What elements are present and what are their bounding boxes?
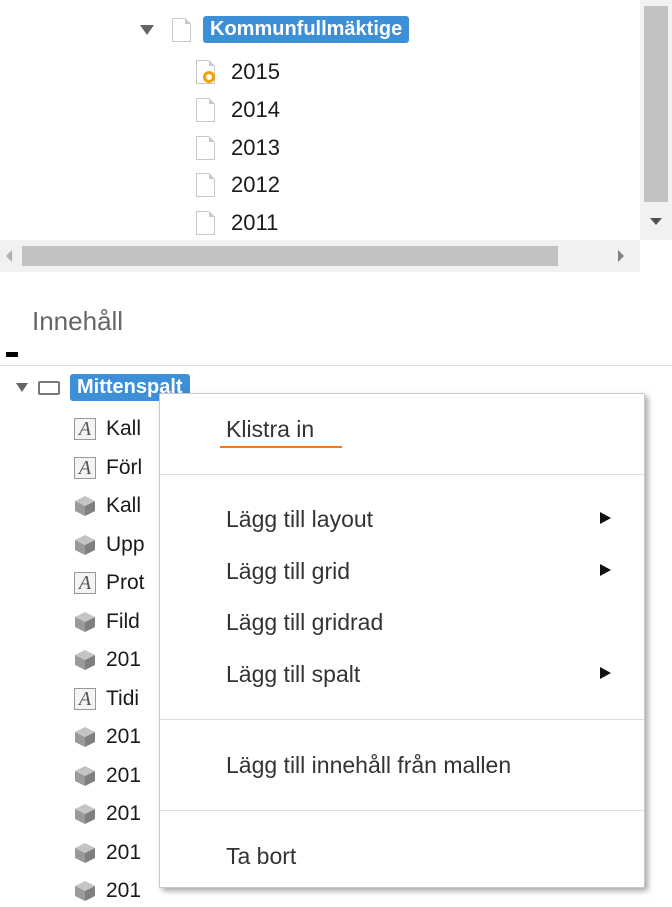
- doc-icon: [196, 211, 215, 235]
- tree-node-label[interactable]: Prot: [106, 571, 145, 595]
- resize-marker: [6, 352, 18, 357]
- expand-toggle-icon[interactable]: [16, 383, 28, 392]
- horizontal-scrollbar[interactable]: [0, 240, 640, 272]
- text-a-icon: A: [74, 418, 96, 440]
- tree-node-label[interactable]: 201: [106, 725, 141, 749]
- content-tree-item[interactable]: 201: [74, 841, 141, 865]
- tree-node-label[interactable]: 2011: [231, 210, 278, 236]
- tree-node-year[interactable]: 2012: [196, 172, 280, 198]
- scrollbar-thumb[interactable]: [644, 6, 668, 202]
- menu-item-add-from-template[interactable]: Lägg till innehåll från mallen: [226, 752, 511, 779]
- page-tree-panel: Kommunfullmäktige 2015 2014 2013 2012 20…: [0, 0, 640, 240]
- expand-toggle-icon[interactable]: [140, 24, 154, 35]
- text-a-icon: A: [74, 688, 96, 710]
- submenu-arrow-icon: [600, 512, 611, 524]
- content-tree-item[interactable]: A Förl: [74, 456, 142, 480]
- tree-node-label[interactable]: 201: [106, 802, 141, 826]
- content-tree-item[interactable]: 201: [74, 648, 141, 672]
- menu-item-delete[interactable]: Ta bort: [226, 843, 296, 870]
- submenu-arrow-icon: [600, 564, 611, 576]
- content-tree-item[interactable]: A Tidi: [74, 687, 139, 711]
- content-tree-item[interactable]: Kall: [74, 494, 141, 518]
- content-tree-item[interactable]: Fild: [74, 610, 140, 634]
- divider: [0, 365, 672, 366]
- text-a-icon: A: [74, 457, 96, 479]
- layout-box-icon: [38, 380, 60, 395]
- tree-node-label[interactable]: 2012: [231, 172, 280, 198]
- tree-node-label[interactable]: Upp: [106, 533, 145, 557]
- content-tree-item[interactable]: Upp: [74, 533, 145, 557]
- menu-separator: [160, 810, 644, 811]
- vertical-scrollbar[interactable]: [640, 0, 672, 240]
- cube-icon: [74, 726, 96, 748]
- text-a-icon: A: [74, 572, 96, 594]
- cube-icon: [74, 611, 96, 633]
- content-tree-item[interactable]: 201: [74, 802, 141, 826]
- tree-node-label[interactable]: Kall: [106, 494, 141, 518]
- cube-icon: [74, 842, 96, 864]
- content-tree-item[interactable]: A Kall: [74, 417, 141, 441]
- tree-node-year[interactable]: 2014: [196, 97, 280, 123]
- cube-icon: [74, 765, 96, 787]
- tree-node-label[interactable]: Kommunfullmäktige: [203, 16, 410, 43]
- tree-node-label[interactable]: 201: [106, 841, 141, 865]
- section-title: Innehåll: [32, 306, 124, 336]
- doc-icon: [196, 136, 215, 160]
- tree-node-label[interactable]: Förl: [106, 456, 142, 480]
- menu-separator: [160, 474, 644, 475]
- content-tree-item[interactable]: 201: [74, 764, 141, 788]
- cube-icon: [74, 803, 96, 825]
- tree-node-label[interactable]: Kall: [106, 417, 141, 441]
- cube-icon: [74, 880, 96, 902]
- tree-node-label[interactable]: 2014: [231, 97, 280, 123]
- scrollbar-corner: [640, 240, 672, 272]
- cube-icon: [74, 495, 96, 517]
- content-tree-item[interactable]: 201: [74, 879, 141, 903]
- tree-node-label[interactable]: 201: [106, 764, 141, 788]
- tree-node-label[interactable]: 201: [106, 648, 141, 672]
- content-tree-item[interactable]: A Prot: [74, 571, 145, 595]
- doc-icon: [196, 98, 215, 122]
- menu-item-add-column[interactable]: Lägg till spalt: [226, 661, 360, 688]
- content-tree-item[interactable]: 201: [74, 725, 141, 749]
- doc-icon: [196, 173, 215, 197]
- menu-item-add-grid[interactable]: Lägg till grid: [226, 558, 350, 585]
- scroll-right-arrow-icon[interactable]: [618, 250, 624, 262]
- tree-node-label[interactable]: 2015: [231, 59, 280, 85]
- menu-item-add-gridrow[interactable]: Lägg till gridrad: [226, 609, 383, 636]
- tree-node-kommunfullmaktige[interactable]: Kommunfullmäktige: [140, 16, 410, 43]
- menu-item-add-layout[interactable]: Lägg till layout: [226, 506, 373, 533]
- tree-node-year[interactable]: 2013: [196, 135, 280, 161]
- cube-icon: [74, 649, 96, 671]
- submenu-arrow-icon: [600, 667, 611, 679]
- tree-node-label[interactable]: Tidi: [106, 687, 139, 711]
- tree-node-year[interactable]: 2015: [196, 59, 280, 85]
- tree-node-label[interactable]: 201: [106, 879, 141, 903]
- scrollbar-thumb[interactable]: [22, 246, 558, 266]
- scroll-left-arrow-icon[interactable]: [6, 250, 12, 262]
- locked-doc-icon: [196, 60, 215, 84]
- tree-node-label[interactable]: 2013: [231, 135, 280, 161]
- focus-underline: [220, 446, 342, 448]
- menu-item-paste[interactable]: Klistra in: [226, 416, 314, 443]
- cube-icon: [74, 534, 96, 556]
- context-menu: Klistra in Lägg till layout Lägg till gr…: [159, 393, 645, 888]
- menu-separator: [160, 719, 644, 720]
- document-icon: [172, 17, 191, 42]
- scroll-down-arrow-icon[interactable]: [650, 218, 662, 225]
- tree-node-year[interactable]: 2011: [196, 210, 278, 236]
- tree-node-label[interactable]: Fild: [106, 610, 140, 634]
